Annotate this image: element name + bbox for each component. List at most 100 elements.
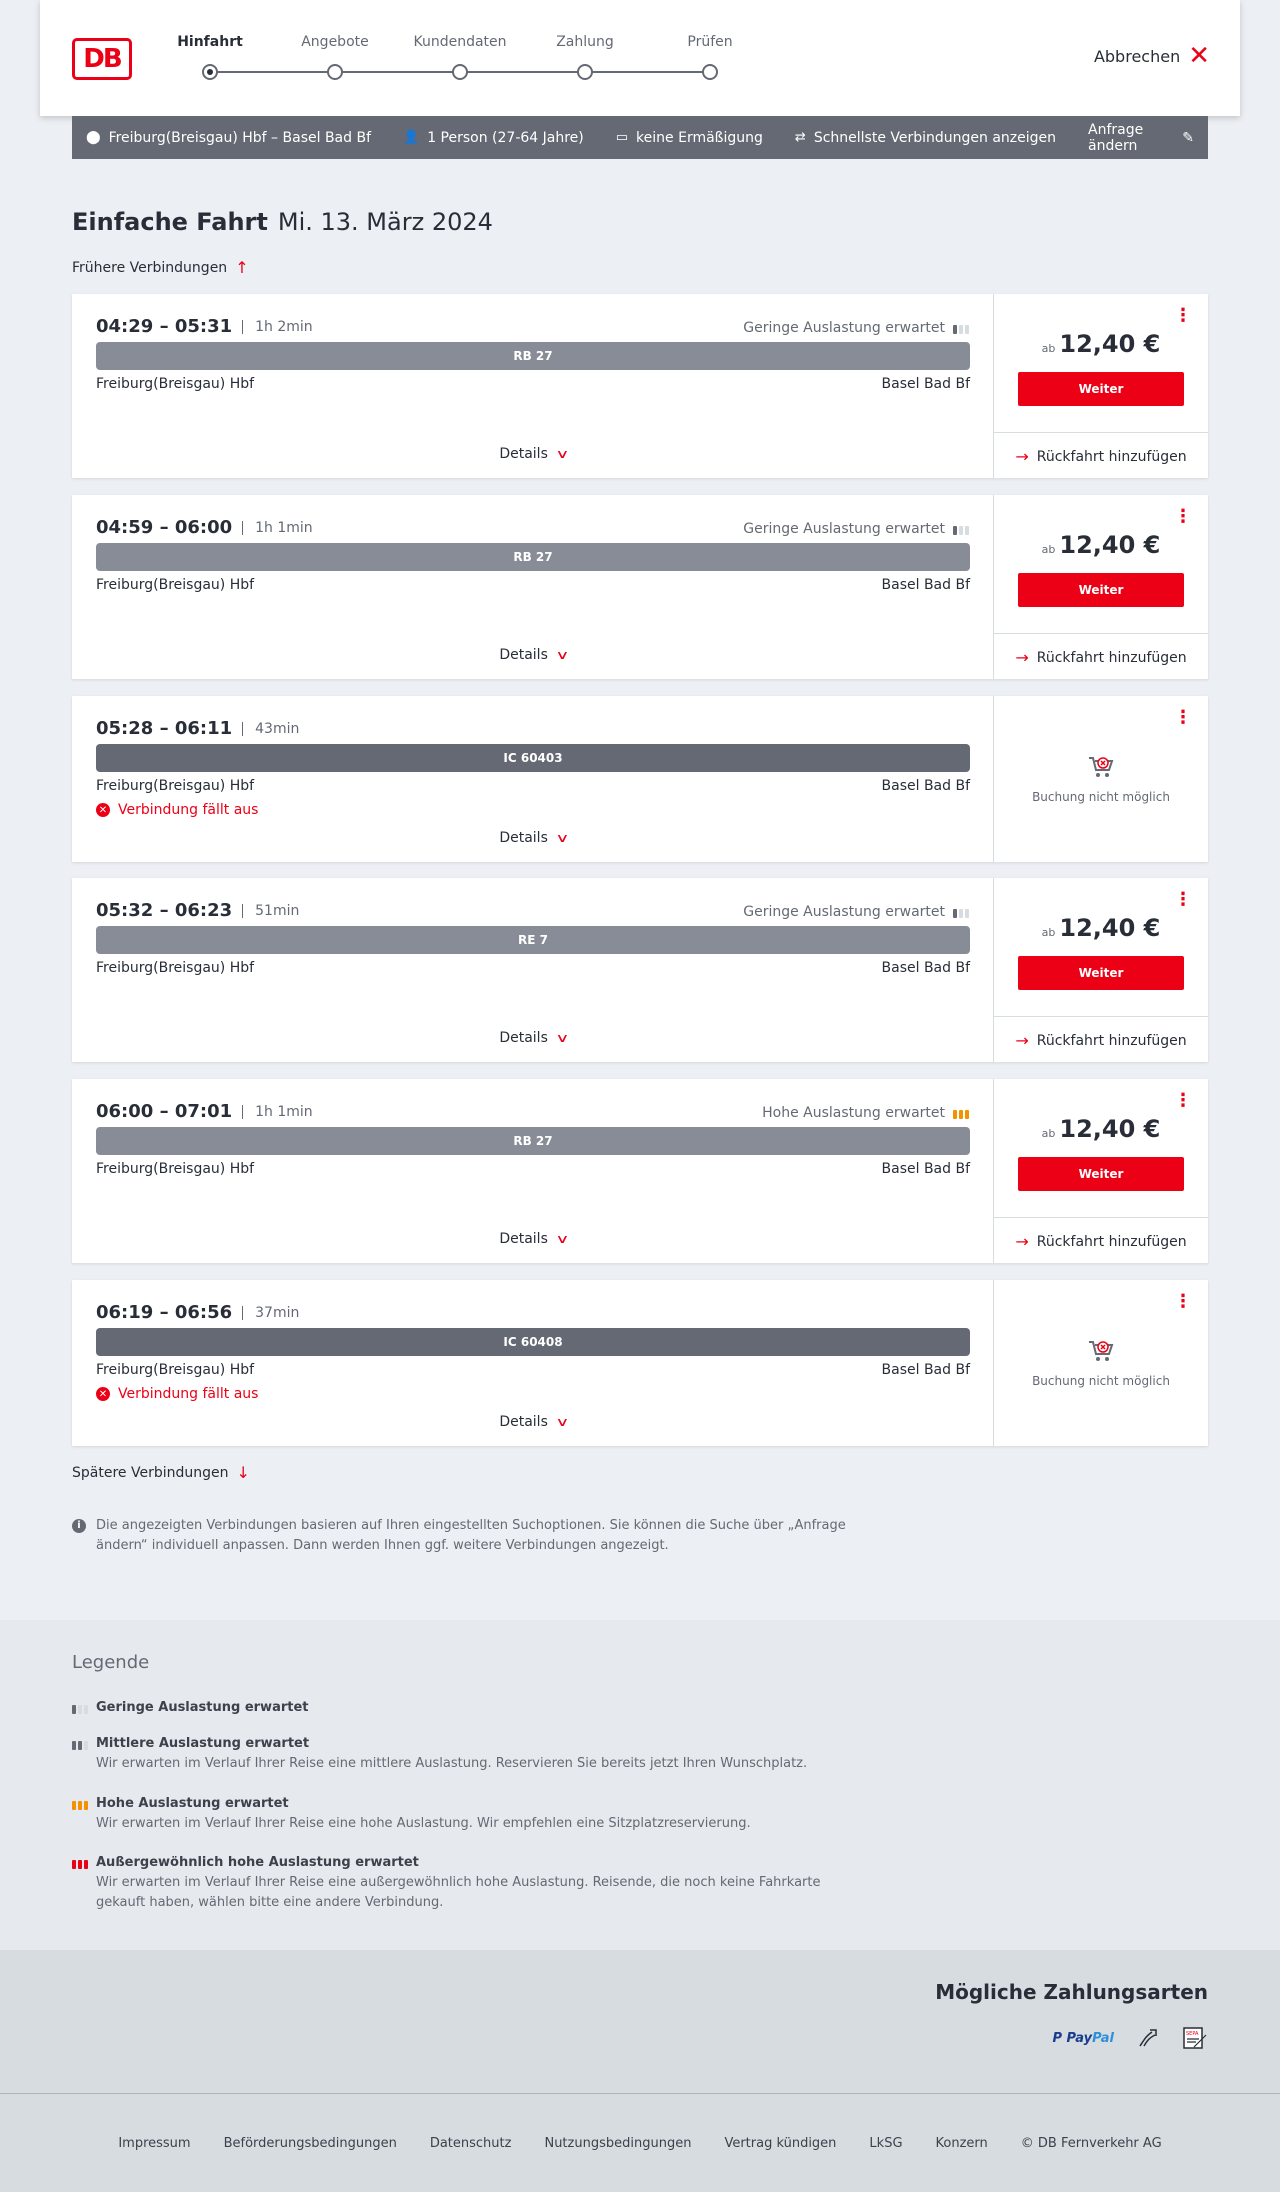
footer-link-befoerderungsbedingungen[interactable]: Beförderungsbedingungen (224, 2136, 397, 2151)
return-label: Rückfahrt hinzufügen (1036, 649, 1187, 666)
departure-arrival: 05:28 – 06:11 (96, 718, 233, 739)
cancel-label: Abbrechen (1093, 46, 1181, 66)
destination-station: Basel Bad Bf (881, 1161, 970, 1177)
route-info: ⬤ Freiburg(Breisgau) Hbf – Basel Bad Bf (86, 130, 371, 146)
destination-station: Basel Bad Bf (881, 960, 970, 976)
price-prefix: ab (1041, 342, 1056, 355)
step-label: Angebote (301, 34, 369, 50)
train-bar[interactable]: RB 27 (96, 1127, 970, 1155)
occupancy-high-icon (72, 1798, 88, 1810)
footer-link-konzern[interactable]: Konzern (936, 2136, 988, 2151)
booking-header: DB Hinfahrt Angebote Kundendaten Zahlung… (40, 0, 1240, 116)
more-options-icon[interactable]: ⋮ (1174, 709, 1192, 727)
connection-info: 05:28 – 06:11 43min IC 60403 Freiburg(Bre… (72, 696, 994, 862)
legend-item-title: Geringe Auslastung erwartet (96, 1700, 309, 1715)
legend-item-desc: Wir erwarten im Verlauf Ihrer Reise eine… (96, 1756, 808, 1771)
origin-station: Freiburg(Breisgau) Hbf (96, 960, 255, 976)
duration: 1h 2min (242, 319, 313, 334)
more-options-icon[interactable]: ⋮ (1174, 508, 1192, 526)
origin-station: Freiburg(Breisgau) Hbf (96, 1362, 255, 1378)
arrow-up-icon: ↑ (235, 258, 249, 277)
step-label: Hinfahrt (177, 34, 243, 50)
price: ab 12,40 € (994, 1115, 1208, 1143)
later-label: Spätere Verbindungen (72, 1464, 229, 1481)
stations: Freiburg(Breisgau) Hbf Basel Bad Bf (96, 1362, 970, 1378)
details-toggle[interactable]: Details ∨ (72, 830, 994, 846)
later-connections-link[interactable]: Spätere Verbindungen ↓ (72, 1463, 250, 1482)
footer-link-nutzungsbedingungen[interactable]: Nutzungsbedingungen (544, 2136, 691, 2151)
payment-icons: P PayPal SEPA (1052, 2026, 1208, 2050)
train-bar[interactable]: IC 60408 (96, 1328, 970, 1356)
continue-button[interactable]: Weiter (1018, 1157, 1184, 1191)
add-return-trip-button[interactable]: → Rückfahrt hinzufügen (994, 1217, 1208, 1265)
return-label: Rückfahrt hinzufügen (1036, 1032, 1187, 1049)
earlier-connections-link[interactable]: Frühere Verbindungen ↑ (72, 258, 249, 277)
add-return-trip-button[interactable]: → Rückfahrt hinzufügen (994, 432, 1208, 480)
occupancy-high-icon (953, 1107, 969, 1119)
train-bar[interactable]: RE 7 (96, 926, 970, 954)
arrow-right-icon: → (1015, 1031, 1029, 1050)
more-options-icon[interactable]: ⋮ (1174, 1293, 1192, 1311)
more-options-icon[interactable]: ⋮ (1174, 307, 1192, 325)
add-return-trip-button[interactable]: → Rückfahrt hinzufügen (994, 633, 1208, 681)
details-toggle[interactable]: Details ∨ (72, 446, 994, 462)
details-label: Details (499, 1231, 548, 1247)
booking-unavailable: Buchung nicht möglich (994, 1338, 1208, 1388)
arrow-down-icon: ↓ (236, 1463, 250, 1482)
details-toggle[interactable]: Details ∨ (72, 1414, 994, 1430)
booking-unavailable-text: Buchung nicht möglich (1032, 790, 1170, 804)
paypal-logo-part: Pal (1092, 2030, 1114, 2046)
details-toggle[interactable]: Details ∨ (72, 647, 994, 663)
booking-unavailable: Buchung nicht möglich (994, 754, 1208, 804)
footer-link-datenschutz[interactable]: Datenschutz (430, 2136, 512, 2151)
add-return-trip-button[interactable]: → Rückfahrt hinzufügen (994, 1016, 1208, 1064)
change-query-button[interactable]: Anfrage ändern ✎ (1088, 122, 1194, 154)
origin-station: Freiburg(Breisgau) Hbf (96, 577, 255, 593)
chevron-down-icon: ∨ (555, 447, 570, 461)
train-bar[interactable]: RB 27 (96, 543, 970, 571)
more-options-icon[interactable]: ⋮ (1174, 891, 1192, 909)
trip-date: Mi. 13. März 2024 (277, 208, 493, 236)
more-options-icon[interactable]: ⋮ (1174, 1092, 1192, 1110)
train-name: RB 27 (513, 1134, 553, 1148)
origin-station: Freiburg(Breisgau) Hbf (96, 376, 255, 392)
return-label: Rückfahrt hinzufügen (1036, 448, 1187, 465)
train-bar[interactable]: IC 60403 (96, 744, 970, 772)
train-bar[interactable]: RB 27 (96, 342, 970, 370)
footer-link-lksg[interactable]: LkSG (869, 2136, 902, 2151)
connection-times: 05:28 – 06:11 43min (96, 718, 299, 739)
connection-times: 05:32 – 06:23 51min (96, 900, 299, 921)
destination-station: Basel Bad Bf (881, 376, 970, 392)
continue-button[interactable]: Weiter (1018, 573, 1184, 607)
departure-arrival: 05:32 – 06:23 (96, 900, 233, 921)
legend-item-low: Geringe Auslastung erwartet (72, 1698, 872, 1718)
continue-button[interactable]: Weiter (1018, 372, 1184, 406)
error-icon: ✕ (96, 1387, 110, 1401)
connection-info: 06:00 – 07:01 1h 1min Hohe Auslastung erw… (72, 1079, 994, 1263)
fastest-text: Schnellste Verbindungen anzeigen (813, 129, 1057, 146)
price-prefix: ab (1041, 926, 1056, 939)
details-toggle[interactable]: Details ∨ (72, 1030, 994, 1046)
paypal-logo-part: Pay (1066, 2030, 1093, 2046)
footer-link-impressum[interactable]: Impressum (118, 2136, 190, 2151)
price-value: 12,40 € (1059, 330, 1161, 358)
db-logo[interactable]: DB (72, 38, 132, 80)
footer-link-vertrag-kuendigen[interactable]: Vertrag kündigen (724, 2136, 836, 2151)
details-toggle[interactable]: Details ∨ (72, 1231, 994, 1247)
price: ab 12,40 € (994, 531, 1208, 559)
info-icon: i (72, 1519, 86, 1533)
occupancy-info: Geringe Auslastung erwartet (743, 320, 969, 336)
stations: Freiburg(Breisgau) Hbf Basel Bad Bf (96, 376, 970, 392)
close-icon: ✕ (1188, 41, 1210, 71)
legend-item-desc: Wir erwarten im Verlauf Ihrer Reise eine… (96, 1816, 751, 1831)
cancel-button[interactable]: Abbrechen ✕ (1093, 41, 1210, 71)
sepa-label: SEPA (1186, 2031, 1199, 2037)
continue-button[interactable]: Weiter (1018, 956, 1184, 990)
price: ab 12,40 € (994, 914, 1208, 942)
step-dot (202, 64, 218, 80)
duration: 1h 1min (242, 1104, 313, 1119)
legend-title: Legende (72, 1652, 150, 1673)
connection-card: 05:28 – 06:11 43min IC 60403 Freiburg(Bre… (72, 696, 1208, 862)
details-label: Details (499, 446, 548, 462)
legend-item-title: Hohe Auslastung erwartet (96, 1796, 289, 1811)
